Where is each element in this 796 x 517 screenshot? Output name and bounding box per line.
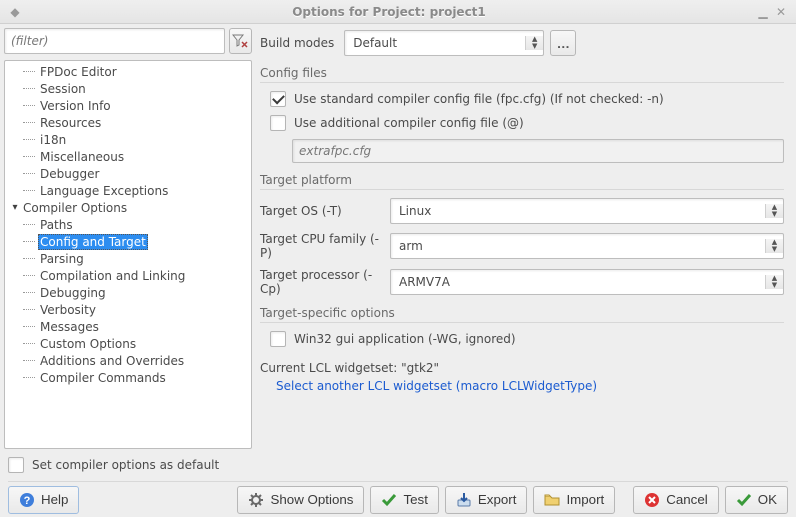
tree-item[interactable]: Debugger (5, 165, 251, 182)
target-os-label: Target OS (-T) (260, 204, 390, 218)
build-modes-label: Build modes (260, 36, 334, 50)
tree-item[interactable]: Compilation and Linking (5, 267, 251, 284)
build-modes-value: Default (345, 36, 525, 50)
tree-item[interactable]: Resources (5, 114, 251, 131)
svg-text:?: ? (24, 495, 31, 507)
tree-item[interactable]: Miscellaneous (5, 148, 251, 165)
tree-item-label: Version Info (38, 98, 113, 114)
tree-item[interactable]: Session (5, 80, 251, 97)
target-cpu-value: arm (391, 239, 765, 253)
use-standard-config-checkbox[interactable] (270, 91, 286, 107)
tree-item[interactable]: Parsing (5, 250, 251, 267)
target-cpu-combo[interactable]: arm ▲▼ (390, 233, 784, 259)
select-widgetset-link[interactable]: Select another LCL widgetset (macro LCLW… (276, 379, 597, 393)
use-standard-config-label: Use standard compiler config file (fpc.c… (294, 92, 664, 106)
tree-item-label: Additions and Overrides (38, 353, 186, 369)
tree-item-label: Paths (38, 217, 75, 233)
use-additional-config-label: Use additional compiler config file (@) (294, 116, 524, 130)
config-files-group-title: Config files (260, 66, 784, 80)
category-panel: FPDoc EditorSessionVersion InfoResources… (4, 28, 252, 449)
win32-gui-label: Win32 gui application (-WG, ignored) (294, 332, 516, 346)
current-widgetset-label: Current LCL widgetset: "gtk2" (260, 361, 784, 375)
cancel-icon (644, 492, 660, 508)
tree-item[interactable]: Config and Target (5, 233, 251, 250)
tree-item-label: Resources (38, 115, 103, 131)
target-processor-label: Target processor (-Cp) (260, 268, 390, 296)
tree-item-label: Messages (38, 319, 101, 335)
chevron-down-icon: ▾ (9, 202, 21, 213)
target-processor-combo[interactable]: ARMV7A ▲▼ (390, 269, 784, 295)
tree-item[interactable]: Custom Options (5, 335, 251, 352)
window-app-icon: ◆ (6, 3, 24, 21)
export-icon (456, 492, 472, 508)
chevron-updown-icon: ▲▼ (765, 239, 783, 253)
folder-icon (544, 492, 560, 508)
target-os-value: Linux (391, 204, 765, 218)
cancel-button[interactable]: Cancel (633, 486, 719, 514)
tree-item-label: Compiler Options (21, 200, 129, 216)
window-close-button[interactable]: ✕ (772, 3, 790, 21)
tree-item-label: FPDoc Editor (38, 64, 119, 80)
set-default-label: Set compiler options as default (32, 458, 219, 472)
tree-item-label: Compiler Commands (38, 370, 168, 386)
tree-item-label: Debugger (38, 166, 101, 182)
use-additional-config-checkbox[interactable] (270, 115, 286, 131)
tree-item-label: Language Exceptions (38, 183, 170, 199)
show-options-button[interactable]: Show Options (237, 486, 364, 514)
tree-item[interactable]: Paths (5, 216, 251, 233)
chevron-updown-icon: ▲▼ (765, 204, 783, 218)
target-processor-value: ARMV7A (391, 275, 765, 289)
build-modes-combo[interactable]: Default ▲▼ (344, 30, 544, 56)
window-minimize-button[interactable]: ▁ (754, 3, 772, 21)
test-button[interactable]: Test (370, 486, 438, 514)
tree-item-label: Session (38, 81, 88, 97)
tree-item[interactable]: Messages (5, 318, 251, 335)
tree-item-label: Debugging (38, 285, 108, 301)
win32-gui-checkbox[interactable] (270, 331, 286, 347)
help-button[interactable]: ? Help (8, 486, 79, 514)
filter-clear-button[interactable] (229, 28, 252, 54)
check-icon (736, 492, 752, 508)
funnel-clear-icon (232, 33, 248, 49)
tree-item-label: Miscellaneous (38, 149, 126, 165)
tree-item[interactable]: Verbosity (5, 301, 251, 318)
target-os-combo[interactable]: Linux ▲▼ (390, 198, 784, 224)
options-page: Build modes Default ▲▼ … Config files Us… (260, 30, 784, 449)
tree-item-label: Custom Options (38, 336, 138, 352)
target-cpu-label: Target CPU family (-P) (260, 232, 390, 260)
import-button[interactable]: Import (533, 486, 615, 514)
ellipsis-icon: … (557, 36, 570, 51)
tree-item[interactable]: FPDoc Editor (5, 63, 251, 80)
tree-item-label: Verbosity (38, 302, 98, 318)
dialog-button-bar: ? Help Show Options Test Export Import (8, 481, 788, 513)
tree-item[interactable]: Debugging (5, 284, 251, 301)
window-title: Options for Project: project1 (24, 5, 754, 19)
tree-item[interactable]: i18n (5, 131, 251, 148)
ok-button[interactable]: OK (725, 486, 788, 514)
tree-item[interactable]: Additions and Overrides (5, 352, 251, 369)
target-specific-group-title: Target-specific options (260, 306, 784, 320)
filter-input[interactable] (4, 28, 225, 54)
tree-item-label: Parsing (38, 251, 86, 267)
help-icon: ? (19, 492, 35, 508)
target-platform-group-title: Target platform (260, 173, 784, 187)
tree-item[interactable]: ▾Compiler Options (5, 199, 251, 216)
tree-item[interactable]: Language Exceptions (5, 182, 251, 199)
set-default-checkbox[interactable] (8, 457, 24, 473)
build-modes-manage-button[interactable]: … (550, 30, 576, 56)
chevron-updown-icon: ▲▼ (525, 36, 543, 50)
chevron-updown-icon: ▲▼ (765, 275, 783, 289)
export-button[interactable]: Export (445, 486, 528, 514)
tree-item[interactable]: Compiler Commands (5, 369, 251, 386)
category-tree[interactable]: FPDoc EditorSessionVersion InfoResources… (4, 60, 252, 449)
tree-item[interactable]: Version Info (5, 97, 251, 114)
tree-item-label: Config and Target (38, 234, 148, 250)
tree-item-label: i18n (38, 132, 68, 148)
tree-item-label: Compilation and Linking (38, 268, 187, 284)
additional-config-path-input (292, 139, 784, 163)
check-icon (381, 492, 397, 508)
window-titlebar: ◆ Options for Project: project1 ▁ ✕ (0, 0, 796, 24)
gear-icon (248, 492, 264, 508)
